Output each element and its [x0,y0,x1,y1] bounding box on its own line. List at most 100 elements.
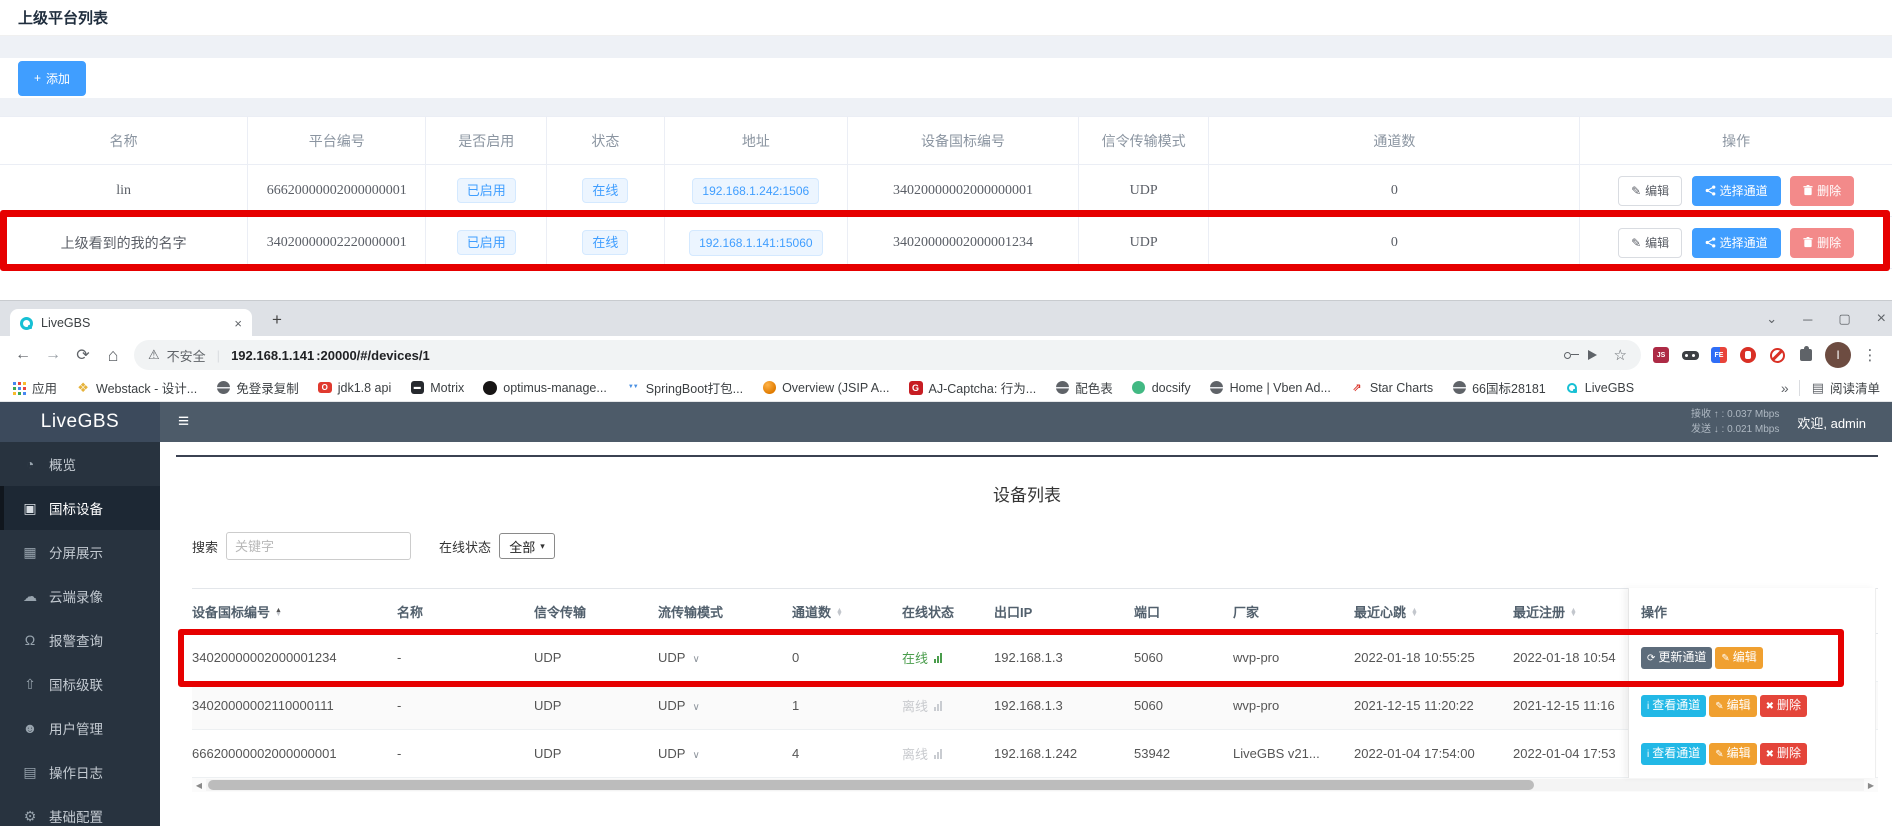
cell-port: 5060 [1134,650,1233,665]
bookmarks-overflow-icon[interactable]: » [1781,380,1789,396]
bookmark-star-icon[interactable]: ☆ [1614,346,1627,364]
hamburger-icon[interactable]: ≡ [178,411,189,433]
search-input[interactable] [226,532,411,560]
bookmark-springboot[interactable]: ▼▼SpringBoot打包... [626,378,743,397]
bookmark-vben[interactable]: Home | Vben Ad... [1210,381,1331,395]
forward-button[interactable]: → [38,340,68,370]
edit-button[interactable]: ✎编辑 [1709,743,1756,764]
cell-stream-mode[interactable]: UDP∨ [658,746,792,761]
delete-button[interactable]: 删除 [1790,176,1854,206]
cell-stream-mode[interactable]: UDP∨ [658,650,792,665]
bookmark-gb28181[interactable]: 66国标28181 [1452,378,1546,397]
browser-tab-livegbs[interactable]: LiveGBS × [10,309,252,337]
browser-menu-icon[interactable]: ⋮ [1860,346,1880,364]
add-platform-button[interactable]: +添加 [18,61,86,96]
col-channels[interactable]: 通道数▲▼ [792,602,902,621]
device-row[interactable]: 34020000002110000111 - UDP UDP∨ 1 离线 192… [192,682,1878,730]
select-channels-button[interactable]: 选择通道 [1692,176,1781,206]
reload-button[interactable]: ⟳ [68,340,98,370]
delete-button[interactable]: ✖删除 [1760,743,1807,764]
cell-ip: 192.168.1.3 [994,698,1134,713]
actions-panel: 操作 ⟳更新通道 ✎编辑 i查看通道 ✎编辑 ✖删除 i查 [1628,588,1876,778]
select-channels-button[interactable]: 选择通道 [1692,228,1781,258]
sort-icon[interactable]: ▲▼ [275,609,282,617]
extensions-bar: JS FE I ⋮ [1651,342,1880,368]
device-row[interactable]: 34020000002000001234 - UDP UDP∨ 0 在线 192… [192,634,1878,682]
sort-icon[interactable]: ▲▼ [836,609,843,617]
profile-avatar[interactable]: I [1825,342,1851,368]
sidebar-item-gb-devices[interactable]: ▣国标设备 [0,486,160,530]
tab-close-icon[interactable]: × [234,316,242,331]
chevron-down-icon: ∨ [692,750,699,761]
minimize-button[interactable]: ─ [1803,312,1812,327]
extension-glasses-icon[interactable] [1680,345,1700,365]
scroll-left-icon[interactable]: ◀ [192,781,206,790]
users-icon: ☻ [21,720,39,736]
bookmark-docsify[interactable]: docsify [1132,381,1191,395]
col-gb-id[interactable]: 设备国标编号▲▼ [192,602,397,621]
cell-stream-mode[interactable]: UDP∨ [658,698,792,713]
extension-puzzle-icon[interactable] [1796,345,1816,365]
bookmark-apps[interactable]: 应用 [12,378,57,397]
sidebar-item-basic-config[interactable]: ⚙基础配置 [0,794,160,826]
sidebar-item-cloud-record[interactable]: ☁云端录像 [0,574,160,618]
enabled-badge: 已启用 [457,178,516,203]
extension-js-icon[interactable]: JS [1651,345,1671,365]
view-channels-button[interactable]: i查看通道 [1641,743,1706,764]
bookmark-star-charts[interactable]: ⇗Star Charts [1350,381,1433,395]
sidebar-item-gb-cascade[interactable]: ⇧国标级联 [0,662,160,706]
scrollbar-track[interactable] [206,779,1864,791]
bookmark-jdk-api[interactable]: Ojdk1.8 api [318,381,392,395]
close-button[interactable]: × [1877,310,1886,328]
edit-button[interactable]: ✎编辑 [1618,228,1682,258]
status-badge: 在线 [582,178,628,203]
online-status-select[interactable]: 全部▾ [499,533,555,559]
sidebar-item-split-screen[interactable]: ▦分屏展示 [0,530,160,574]
bookmark-webstack[interactable]: ❖Webstack - 设计... [76,378,197,397]
sidebar-item-user-management[interactable]: ☻用户管理 [0,706,160,750]
edit-button[interactable]: ✎编辑 [1709,695,1756,716]
arrow-down-icon: ↓ [1714,424,1719,435]
delete-button[interactable]: 删除 [1790,228,1854,258]
extension-block-icon[interactable] [1767,345,1787,365]
bookmark-aj-captcha[interactable]: GAJ-Captcha: 行为... [909,378,1037,397]
edit-button[interactable]: ✎编辑 [1715,647,1762,668]
sidebar-item-alarm-query[interactable]: Ω报警查询 [0,618,160,662]
bookmark-motrix[interactable]: ▬Motrix [410,381,464,395]
sidebar-item-overview[interactable]: ◔概览 [0,442,160,486]
scroll-right-icon[interactable]: ▶ [1864,781,1878,790]
new-tab-button[interactable]: + [264,307,290,333]
view-channels-button[interactable]: i查看通道 [1641,695,1706,716]
address-bar[interactable]: ⚠ 不安全 | 192.168.1.141:20000/#/devices/1 … [134,340,1641,370]
scrollbar-thumb[interactable] [208,780,1534,790]
bookmark-jsip-overview[interactable]: Overview (JSIP A... [762,381,889,395]
extension-fe-icon[interactable]: FE [1709,345,1729,365]
back-button[interactable]: ← [8,340,38,370]
edit-button[interactable]: ✎编辑 [1618,176,1682,206]
globe-icon [1055,381,1069,395]
reading-list-button[interactable]: ▤阅读清单 [1812,378,1880,397]
extension-hand-icon[interactable] [1738,345,1758,365]
bookmark-livegbs[interactable]: LiveGBS [1565,381,1634,395]
bookmark-color-table[interactable]: 配色表 [1055,378,1113,397]
sort-icon[interactable]: ▲▼ [1411,609,1418,617]
signal-bars-icon[interactable] [934,653,942,663]
chevron-down-icon[interactable]: ⌄ [1766,311,1777,327]
home-button[interactable]: ⌂ [98,340,128,370]
cell-port: 53942 [1134,746,1233,761]
sidebar-item-operation-log[interactable]: ▤操作日志 [0,750,160,794]
dashboard-icon: ◔ [21,456,39,472]
bookmark-copy-free[interactable]: 免登录复制 [216,378,299,397]
horizontal-scrollbar[interactable]: ◀ ▶ [192,778,1878,792]
update-channels-button[interactable]: ⟳更新通道 [1641,647,1712,668]
send-to-device-icon[interactable] [1588,350,1597,360]
tab-strip: LiveGBS × + ⌄ ─ ▢ × [0,300,1892,336]
security-label[interactable]: 不安全 [167,346,206,365]
delete-button[interactable]: ✖删除 [1760,695,1807,716]
sort-icon[interactable]: ▲▼ [1570,609,1577,617]
device-row[interactable]: 66620000002000000001 - UDP UDP∨ 4 离线 192… [192,730,1878,778]
bookmark-optimus[interactable]: optimus-manage... [483,381,607,395]
col-heartbeat[interactable]: 最近心跳▲▼ [1354,602,1513,621]
maximize-button[interactable]: ▢ [1838,311,1850,327]
password-key-icon[interactable] [1564,352,1571,359]
